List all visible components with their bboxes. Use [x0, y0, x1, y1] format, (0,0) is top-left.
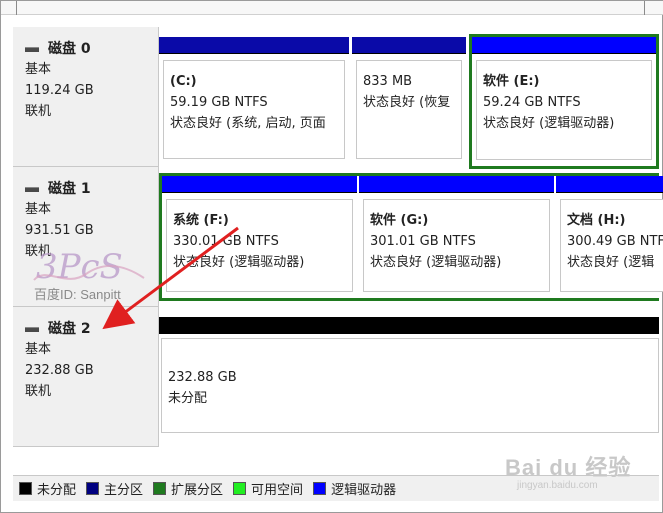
- partition-size: 301.01 GB NTFS: [370, 234, 476, 249]
- legend-item-primary: 主分区: [86, 479, 143, 498]
- disk-title: 磁盘 2: [48, 321, 91, 337]
- disk-title: 磁盘 1: [48, 181, 91, 197]
- partition-f[interactable]: 系统 (F:) 330.01 GB NTFS 状态良好 (逻辑驱动器): [162, 176, 357, 298]
- unallocated-space[interactable]: 232.88 GB 未分配: [159, 317, 659, 439]
- watermark-text: 百度ID: Sanpitt: [34, 287, 121, 302]
- partition-name: 系统 (F:): [173, 213, 229, 228]
- partition-status: 状态良好 (逻辑: [567, 255, 655, 270]
- legend-swatch: [233, 482, 247, 495]
- baidu-brand: Bai du 经验: [505, 455, 632, 480]
- disk-type: 基本: [25, 202, 52, 217]
- partition-strip: 232.88 GB 未分配: [159, 307, 659, 447]
- partition-status: 状态良好 (恢复: [363, 95, 451, 110]
- logical-bar: [359, 176, 554, 193]
- top-scroll-strip: [1, 1, 663, 15]
- partition-strip: 系统 (F:) 330.01 GB NTFS 状态良好 (逻辑驱动器) 软件 (…: [159, 167, 663, 307]
- partition-name: 软件 (E:): [483, 74, 540, 89]
- partition-size: 300.49 GB NTFS: [567, 234, 663, 249]
- legend-item-unallocated: 未分配: [19, 479, 76, 498]
- logical-bar: [162, 176, 357, 193]
- partition-c[interactable]: (C:) 59.19 GB NTFS 状态良好 (系统, 启动, 页面: [159, 37, 349, 165]
- partition-name: 软件 (G:): [370, 213, 429, 228]
- disk-size: 119.24 GB: [25, 83, 94, 98]
- partition-g[interactable]: 软件 (G:) 301.01 GB NTFS 状态良好 (逻辑驱动器): [359, 176, 554, 298]
- partition-status: 状态良好 (逻辑驱动器): [483, 116, 615, 131]
- unallocated-status: 未分配: [168, 388, 212, 409]
- primary-bar: [159, 37, 349, 54]
- disk-info[interactable]: 磁盘 0 基本 119.24 GB 联机: [13, 27, 159, 167]
- partition-h[interactable]: 文档 (H:) 300.49 GB NTFS 状态良好 (逻辑: [556, 176, 663, 298]
- disk-title: 磁盘 0: [48, 41, 91, 57]
- strip-divider: [644, 1, 645, 15]
- legend-swatch: [313, 482, 327, 495]
- disk-status: 联机: [25, 384, 52, 399]
- disk-size: 232.88 GB: [25, 363, 94, 378]
- disk-icon: [25, 46, 39, 52]
- legend-item-extended: 扩展分区: [153, 479, 223, 498]
- logical-bar: [472, 37, 656, 54]
- partition-status: 状态良好 (逻辑驱动器): [370, 255, 502, 270]
- unallocated-bar: [159, 317, 659, 334]
- legend-swatch: [19, 482, 32, 495]
- partition-status: 状态良好 (系统, 启动, 页面: [170, 116, 326, 131]
- baidu-url: jingyan.baidu.com: [517, 480, 598, 491]
- legend-item-logical: 逻辑驱动器: [313, 479, 396, 498]
- watermark-logo: 3PcS 百度ID: Sanpitt: [26, 236, 156, 308]
- partition-recovery[interactable]: 833 MB 状态良好 (恢复: [352, 37, 466, 165]
- partition-size: 330.01 GB NTFS: [173, 234, 279, 249]
- logical-bar: [556, 176, 663, 193]
- disk-row-0[interactable]: 磁盘 0 基本 119.24 GB 联机 (C:) 59.19 GB NTFS …: [13, 27, 659, 169]
- partition-name: (C:): [170, 74, 197, 89]
- disk-info[interactable]: 磁盘 2 基本 232.88 GB 联机: [13, 307, 159, 447]
- partition-strip: (C:) 59.19 GB NTFS 状态良好 (系统, 启动, 页面 833 …: [159, 27, 659, 169]
- partition-e[interactable]: 软件 (E:) 59.24 GB NTFS 状态良好 (逻辑驱动器): [469, 34, 659, 169]
- disk-icon: [25, 326, 39, 332]
- partition-name: 文档 (H:): [567, 213, 626, 228]
- disk-icon: [25, 186, 39, 192]
- strip-divider: [16, 1, 17, 15]
- disk-row-2[interactable]: 磁盘 2 基本 232.88 GB 联机 232.88 GB 未分配: [13, 307, 659, 447]
- legend-item-free: 可用空间: [233, 479, 303, 498]
- partition-size: 59.24 GB NTFS: [483, 95, 581, 110]
- extended-partition[interactable]: 系统 (F:) 330.01 GB NTFS 状态良好 (逻辑驱动器) 软件 (…: [159, 173, 663, 301]
- disk-type: 基本: [25, 342, 52, 357]
- unallocated-size: 232.88 GB: [168, 367, 241, 388]
- legend-swatch: [153, 482, 167, 495]
- disk-type: 基本: [25, 62, 52, 77]
- partition-size: 59.19 GB NTFS: [170, 95, 268, 110]
- baidu-jingyan-logo: Bai du 经验 jingyan.baidu.com: [505, 450, 631, 491]
- partition-size: 833 MB: [363, 74, 413, 89]
- disk-status: 联机: [25, 104, 52, 119]
- partition-status: 状态良好 (逻辑驱动器): [173, 255, 305, 270]
- legend-swatch: [86, 482, 100, 495]
- primary-bar: [352, 37, 466, 54]
